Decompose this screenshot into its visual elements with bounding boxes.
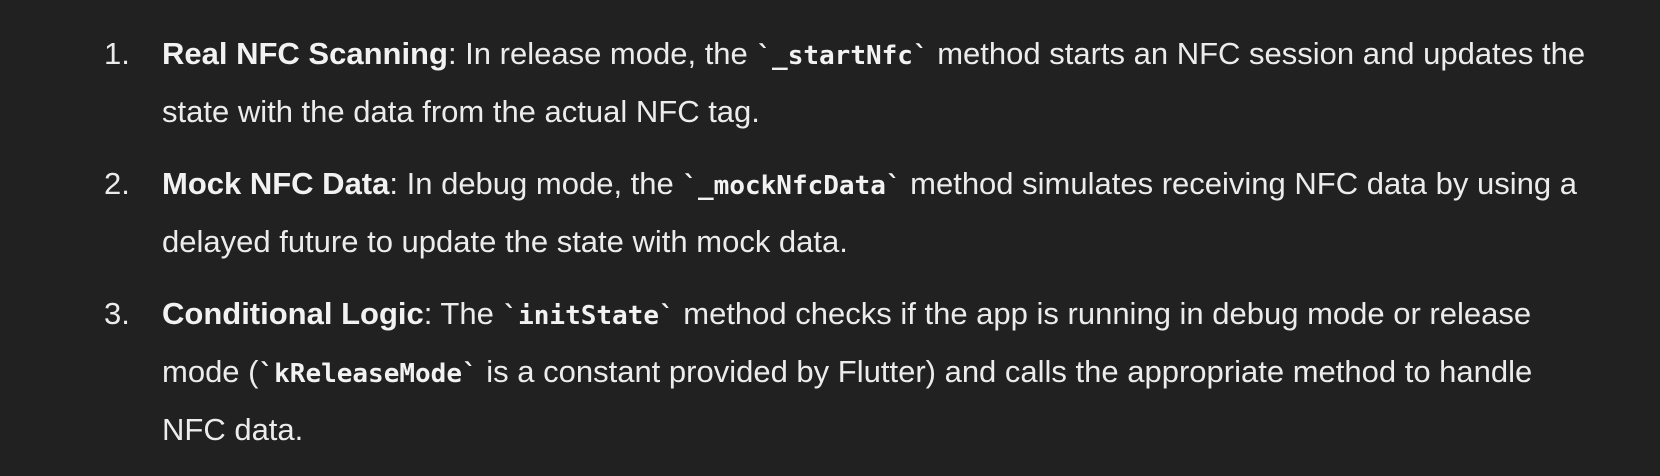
list-item-text: The — [440, 296, 503, 331]
inline-code: `_startNfc` — [756, 41, 929, 71]
list-item: 2. Mock NFC Data: In debug mode, the `_m… — [0, 156, 1660, 270]
inline-code: `initState` — [502, 301, 675, 331]
list-item-term: Conditional Logic — [162, 296, 424, 331]
list-item-number: 1. — [104, 36, 130, 71]
list-item-separator: : — [447, 36, 466, 71]
list-item-term: Real NFC Scanning — [162, 36, 448, 71]
list-item-number: 3. — [104, 296, 130, 331]
list-item-separator: : — [423, 296, 441, 331]
list-item: 3. Conditional Logic: The `initState` me… — [0, 286, 1660, 458]
list-item-text: In release mode, the — [465, 36, 757, 71]
list-item-separator: : — [389, 166, 407, 201]
inline-code: `kReleaseMode` — [258, 359, 478, 389]
list-item-text: In debug mode, the — [406, 166, 683, 201]
list-item: 1. Real NFC Scanning: In release mode, t… — [0, 26, 1660, 140]
inline-code: `_mockNfcData` — [682, 171, 902, 201]
list-item-term: Mock NFC Data — [162, 166, 390, 201]
explanation-list: 1. Real NFC Scanning: In release mode, t… — [0, 26, 1660, 474]
list-item-number: 2. — [104, 166, 130, 201]
